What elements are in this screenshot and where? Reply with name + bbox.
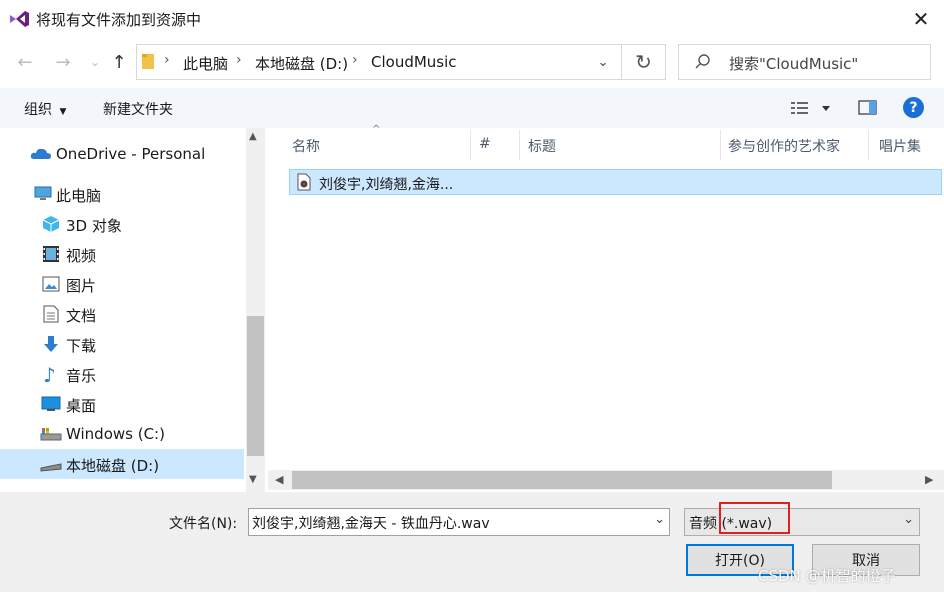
list-view-icon	[791, 102, 830, 114]
sidebar-item-label: 桌面	[66, 397, 97, 415]
scroll-left-icon[interactable]: ◀	[275, 473, 283, 486]
chevron-down-icon: ⌄	[89, 55, 101, 69]
column-header-number[interactable]: #	[479, 136, 491, 152]
back-button[interactable]: ←	[12, 49, 38, 75]
arrow-up-icon: ↑	[111, 51, 127, 73]
sidebar-item-downloads[interactable]: 下载	[0, 329, 244, 359]
refresh-icon: ↻	[635, 50, 652, 74]
sidebar-item-label: OneDrive - Personal	[56, 145, 206, 163]
help-button[interactable]: ?	[903, 97, 924, 118]
sidebar-item-onedrive[interactable]: OneDrive - Personal	[0, 139, 244, 169]
desktop-icon	[41, 396, 61, 416]
sidebar-item-label: 下载	[66, 337, 97, 355]
recent-locations-button[interactable]: ⌄	[82, 49, 108, 75]
column-header-album[interactable]: 唱片集	[879, 136, 921, 156]
sidebar-scrollbar-thumb[interactable]	[247, 316, 264, 456]
filename-label: 文件名(N):	[169, 516, 238, 532]
horizontal-scrollbar-thumb[interactable]	[292, 471, 832, 489]
arrow-right-icon: →	[55, 51, 71, 73]
sidebar-item-videos[interactable]: 视频	[0, 239, 244, 269]
sidebar-item-label: 3D 对象	[66, 217, 122, 235]
scroll-right-icon[interactable]: ▶	[925, 473, 933, 486]
chevron-down-icon[interactable]: ⌄	[654, 512, 665, 527]
sidebar-item-drive-c[interactable]: Windows (C:)	[0, 419, 244, 449]
chevron-down-icon: ⌄	[903, 512, 914, 527]
sidebar-item-3d-objects[interactable]: 3D 对象	[0, 209, 244, 239]
forward-button[interactable]: →	[50, 49, 76, 75]
column-divider[interactable]	[868, 130, 869, 160]
scroll-down-icon[interactable]: ▼	[249, 474, 257, 485]
annotation-highlight-box	[719, 502, 790, 534]
filename-value: 刘俊宇,刘绮翘,金海天 - 铁血丹心.wav	[252, 516, 490, 532]
sidebar-item-label: 音乐	[66, 367, 97, 385]
sidebar-item-pictures[interactable]: 图片	[0, 269, 244, 299]
preview-pane-icon	[858, 100, 877, 115]
search-placeholder: 搜索"CloudMusic"	[729, 55, 859, 73]
address-dropdown-button[interactable]: ⌄	[590, 49, 616, 75]
audio-file-icon	[297, 173, 311, 195]
documents-icon	[43, 305, 59, 327]
file-name: 刘俊宇,刘绮翘,金海...	[319, 177, 454, 193]
drive-c-icon	[40, 427, 62, 445]
sidebar-item-label: 本地磁盘 (D:)	[66, 457, 160, 475]
breadcrumb-separator: ›	[236, 52, 242, 68]
breadcrumb-separator: ›	[164, 52, 170, 68]
new-folder-button[interactable]: 新建文件夹	[103, 99, 173, 119]
sidebar-item-documents[interactable]: 文档	[0, 299, 244, 329]
visual-studio-icon	[8, 9, 30, 29]
close-icon: ✕	[912, 7, 930, 31]
video-icon	[42, 245, 60, 267]
computer-icon	[34, 186, 52, 206]
refresh-button[interactable]: ↻	[622, 44, 666, 80]
3d-objects-icon	[42, 215, 60, 237]
sidebar-item-label: Windows (C:)	[66, 425, 165, 443]
view-options-button[interactable]	[790, 99, 832, 121]
scroll-up-icon[interactable]: ▲	[249, 131, 257, 142]
up-button[interactable]: ↑	[106, 49, 132, 75]
sort-ascending-icon: ^	[372, 124, 381, 135]
column-divider[interactable]	[519, 130, 520, 160]
sidebar-item-drive-d[interactable]: 本地磁盘 (D:)	[0, 449, 244, 479]
breadcrumb-separator: ›	[352, 52, 358, 68]
column-header-title[interactable]: 标题	[528, 136, 556, 156]
download-icon	[42, 335, 60, 357]
arrow-left-icon: ←	[17, 51, 33, 73]
sidebar-item-label: 文档	[66, 307, 97, 325]
caret-down-icon: ▼	[59, 107, 67, 117]
close-button[interactable]: ✕	[904, 4, 938, 34]
sidebar-item-label: 视频	[66, 247, 97, 265]
window-title: 将现有文件添加到资源中	[36, 11, 202, 29]
pictures-icon	[42, 276, 60, 296]
music-icon: ♪	[43, 363, 56, 387]
help-icon: ?	[909, 99, 918, 116]
sidebar-item-label: 此电脑	[56, 187, 102, 205]
sidebar-item-desktop[interactable]: 桌面	[0, 389, 244, 419]
column-header-artists[interactable]: 参与创作的艺术家	[728, 136, 840, 156]
sidebar-item-label: 图片	[66, 277, 97, 295]
filename-input[interactable]: 刘俊宇,刘绮翘,金海天 - 铁血丹心.wav ⌄	[248, 508, 670, 536]
watermark: CSDN @机智的橙子	[758, 567, 896, 585]
column-header-name[interactable]: 名称	[292, 136, 320, 156]
breadcrumb-drive-d[interactable]: 本地磁盘 (D:)	[255, 53, 348, 74]
sidebar-item-this-pc[interactable]: 此电脑	[0, 179, 244, 209]
preview-pane-button[interactable]	[858, 99, 878, 121]
chevron-down-icon: ⌄	[597, 54, 609, 70]
search-icon	[694, 53, 712, 75]
organize-menu[interactable]: 组织 ▼	[24, 99, 66, 119]
drive-d-icon	[40, 460, 62, 476]
folder-icon	[141, 52, 155, 74]
breadcrumb-this-pc[interactable]: 此电脑	[183, 53, 228, 74]
sidebar-item-music[interactable]: ♪ 音乐	[0, 359, 244, 389]
column-divider[interactable]	[470, 130, 471, 160]
organize-label: 组织	[24, 102, 52, 118]
column-divider[interactable]	[720, 130, 721, 160]
breadcrumb-cloudmusic[interactable]: CloudMusic	[371, 53, 457, 71]
onedrive-icon	[30, 145, 52, 165]
